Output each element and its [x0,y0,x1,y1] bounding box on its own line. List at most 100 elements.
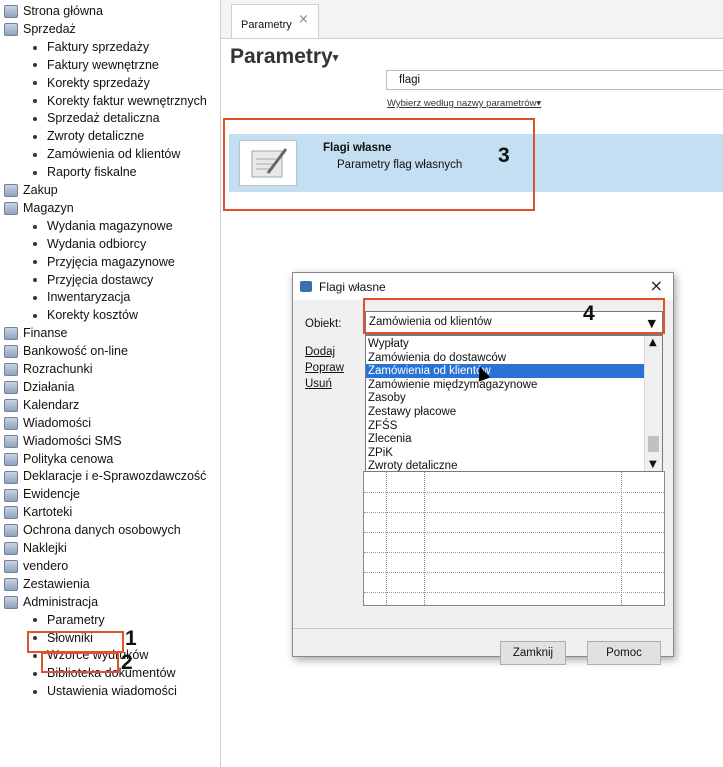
dropdown-option[interactable]: Zasoby [366,391,644,405]
sidebar-item-korekty-sprzedazy[interactable]: Korekty sprzedaży [33,75,150,92]
module-icon [4,202,18,216]
close-icon[interactable]: × [650,276,663,295]
sidebar-item-wiadomosci[interactable]: Wiadomości [4,415,91,432]
add-link[interactable]: Dodaj [305,346,335,358]
annotation-number-2: 2 [121,651,133,674]
sidebar-item-wiadomosci-sms[interactable]: Wiadomości SMS [4,433,122,450]
dropdown-option[interactable]: Wypłaty [366,337,644,351]
dropdown-option[interactable]: ZPiK [366,446,644,460]
sidebar-item-ustawienia-wiadomosci[interactable]: Ustawienia wiadomości [33,683,177,700]
sidebar-item-administracja[interactable]: Administracja [4,594,98,611]
sidebar-item-label: Ewidencje [23,487,80,502]
sidebar-item-faktury-sprzedazy[interactable]: Faktury sprzedaży [33,39,149,56]
sidebar-item-zakup[interactable]: Zakup [4,182,58,199]
sidebar-item-ewidencje[interactable]: Ewidencje [4,486,80,503]
module-icon [4,470,18,484]
help-button[interactable]: Pomoc [587,641,661,665]
bullet-icon [33,260,37,265]
sidebar-item-bankowosc-on-line[interactable]: Bankowość on-line [4,343,128,360]
sidebar-item-kartoteki[interactable]: Kartoteki [4,504,72,521]
edit-link[interactable]: Popraw [305,362,344,374]
chevron-down-icon: ▾ [536,98,542,109]
sidebar-item-vendero[interactable]: vendero [4,558,68,575]
module-icon [4,506,18,520]
sidebar-item-deklaracje-i-e-sprawozdawczosc[interactable]: Deklaracje i e-Sprawozdawczość [4,468,206,485]
sidebar-item-zamowienia-od-klientow[interactable]: Zamówienia od klientów [33,146,180,163]
page-title-text: Parametry [230,45,333,68]
dropdown-option[interactable]: ZFŚS [366,419,644,433]
object-dropdown-list[interactable]: ▲ ▼ Wypłaty Zamówienia do dostawców Zamówi… [365,335,663,472]
sidebar-item-label: Sprzedaż detaliczna [47,111,160,126]
sidebar-item-label: Inwentaryzacja [47,290,131,305]
sidebar-item-zestawienia[interactable]: Zestawienia [4,576,90,593]
annotation-number-4: 4 [583,302,595,325]
dropdown-option[interactable]: Zestawy płacowe [366,405,644,419]
module-icon [4,434,18,448]
sidebar-item-strona-g-owna[interactable]: Strona główna [4,3,103,20]
sidebar-item-finanse[interactable]: Finanse [4,325,67,342]
bullet-icon [33,296,37,301]
scroll-up-icon[interactable]: ▲ [649,337,657,348]
dropdown-option[interactable]: Zlecenia [366,432,644,446]
sidebar-item-faktury-wewnetrzne[interactable]: Faktury wewnętrzne [33,57,159,74]
sidebar-item-label: vendero [23,558,69,573]
sidebar-item-sprzedaz[interactable]: Sprzedaż [4,21,76,38]
sidebar-item-wydania-magazynowe[interactable]: Wydania magazynowe [33,218,173,235]
sidebar-item-kalendarz[interactable]: Kalendarz [4,397,79,414]
sidebar-item-przyjecia-dostawcy[interactable]: Przyjęcia dostawcy [33,272,153,289]
sidebar-item-wydania-odbiorcy[interactable]: Wydania odbiorcy [33,236,146,253]
scroll-down-icon[interactable]: ▼ [649,459,657,470]
sidebar-item-naklejki[interactable]: Naklejki [4,540,67,557]
sidebar-item-label: Zwroty detaliczne [47,129,145,144]
module-icon [4,184,18,198]
sidebar-item-label: Bankowość on-line [23,344,128,359]
bullet-icon [33,672,37,676]
sidebar-item-przyjecia-magazynowe[interactable]: Przyjęcia magazynowe [33,254,175,271]
bullet-icon [33,278,37,283]
sidebar-item-parametry[interactable]: Parametry [33,612,105,629]
sidebar-item-rozrachunki[interactable]: Rozrachunki [4,361,92,378]
sidebar-item-korekty-kosztow[interactable]: Korekty kosztów [33,307,138,324]
scrollbar-thumb[interactable] [648,436,659,452]
module-icon [4,5,18,19]
dialog-title: Flagi własne [319,280,386,294]
scrollbar[interactable]: ▲ ▼ [644,336,662,471]
tab-label: Parametry [241,19,292,31]
filter-mode-link[interactable]: Wybierz według nazwy parametrów▾ [387,98,541,109]
module-icon [4,578,18,591]
sidebar-item-label: Rozrachunki [23,362,93,376]
sidebar-item-raporty-fiskalne[interactable]: Raporty fiskalne [33,164,137,181]
dropdown-option[interactable]: Zamówienia do dostawców [366,351,644,365]
sidebar-item-polityka-cenowa[interactable]: Polityka cenowa [4,451,113,468]
bullet-icon [33,135,37,139]
sidebar-item-inwentaryzacja[interactable]: Inwentaryzacja [33,289,130,306]
module-icon [4,363,18,377]
tab-parametry[interactable]: Parametry × [231,4,319,38]
sidebar-item-label: Faktury sprzedaży [47,39,150,54]
annotation-box-2 [41,652,119,673]
page-title[interactable]: Parametry▾ [230,45,338,69]
sidebar-item-magazyn[interactable]: Magazyn [4,200,74,217]
sidebar-item-ochrona-danych-osobowych[interactable]: Ochrona danych osobowych [4,522,181,539]
bullet-icon [33,224,37,229]
module-icon [4,560,18,574]
module-icon [4,452,18,466]
sidebar-item-korekty-faktur-wewnetrznych[interactable]: Korekty faktur wewnętrznych [33,93,207,110]
close-button[interactable]: Zamknij [500,641,566,665]
sidebar-item-zwroty-detaliczne[interactable]: Zwroty detaliczne [33,128,144,145]
sidebar-item-dzia-ania[interactable]: Działania [4,379,74,396]
flags-table[interactable] [363,471,665,606]
sidebar-item-sprzedaz-detaliczna[interactable]: Sprzedaż detaliczna [33,110,160,127]
bullet-icon [33,45,37,50]
dialog-title-bar: Flagi własne × [293,273,673,300]
search-input[interactable]: flagi [386,70,723,90]
module-icon [4,327,18,341]
bullet-icon [33,654,37,659]
close-icon[interactable]: × [298,12,309,27]
annotation-box-4 [363,298,665,334]
dropdown-option[interactable]: Zamówienie międzymagazynowe [366,378,644,392]
delete-link[interactable]: Usuń [305,378,332,390]
dropdown-option[interactable]: Zamówienia od klientów [366,364,644,379]
sidebar-item-label: Ustawienia wiadomości [47,684,177,699]
dropdown-option[interactable]: Zwroty detaliczne [366,459,644,471]
